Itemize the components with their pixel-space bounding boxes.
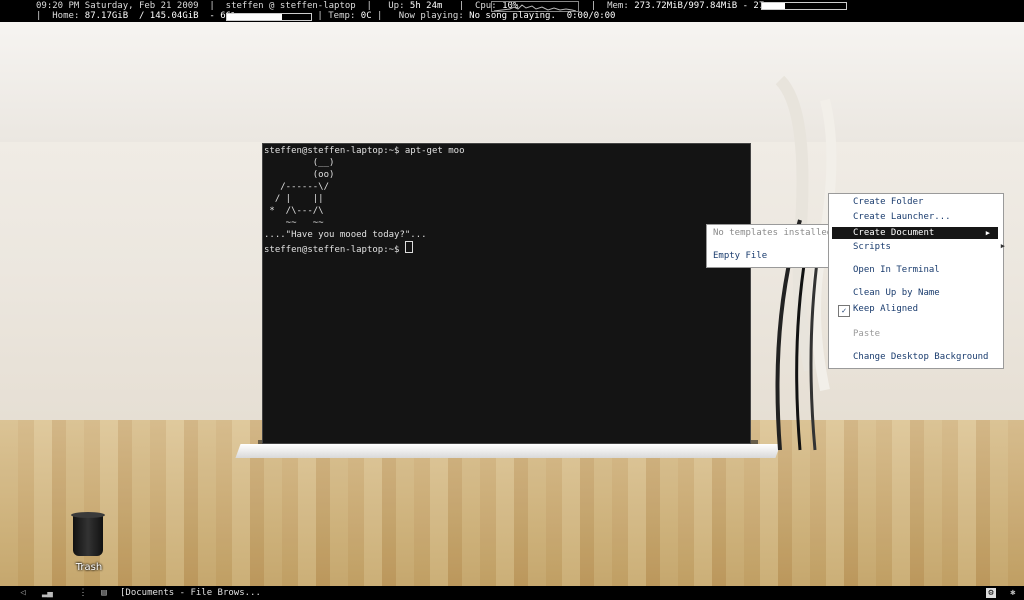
submenu-arrow-icon: ▶	[1000, 242, 1005, 250]
terminal-prompt: steffen@steffen-laptop:~$	[264, 245, 405, 255]
menu-item-open-in-terminal[interactable]: Open In Terminal	[853, 265, 940, 275]
clock-time: 09:20 PM	[36, 1, 80, 11]
home-bar	[226, 13, 312, 21]
taskbar-item-file-browser[interactable]: [Documents - File Brows...	[120, 588, 261, 598]
wallpaper-ceiling	[0, 22, 1024, 142]
network-signal-icon[interactable]: ▂▄	[42, 588, 53, 598]
uptime-value: 5h 24m	[409, 1, 443, 11]
uptime-label: Up:	[388, 1, 405, 11]
terminal-line: ...."Have you mooed today?"...	[264, 230, 427, 240]
menu-item-create-folder[interactable]: Create Folder	[853, 197, 923, 207]
terminal-line: (oo)	[264, 170, 335, 180]
trash-icon	[73, 514, 103, 556]
menu-item-change-desktop-background[interactable]: Change Desktop Background	[853, 352, 988, 362]
menu-item-clean-up-by-name[interactable]: Clean Up by Name	[853, 288, 940, 298]
trash-label: Trash	[75, 562, 103, 573]
trash-rim	[71, 512, 105, 518]
terminal-window[interactable]: steffen@steffen-laptop:~$ apt-get moo (_…	[262, 143, 751, 444]
trash-desktop-icon[interactable]: Trash	[66, 512, 112, 576]
runner-icon[interactable]: ✱	[1008, 588, 1018, 598]
mem-section: | Mem: 273.72MiB/997.84MiB - 27%	[580, 1, 770, 11]
submenu-arrow-icon: ▶	[985, 229, 990, 237]
separator-icon: ⋮	[78, 588, 88, 598]
bottom-panel: ◁ ▂▄ ⋮ ▤ [Documents - File Brows... ⚙ ✱	[0, 586, 1024, 600]
terminal-line: (__)	[264, 158, 335, 168]
home-value: 87.17GiB / 145.04GiB - 66%	[84, 11, 237, 21]
menu-item-label: Create Document	[853, 228, 935, 238]
top-status-bar: 09:20 PM Saturday, Feb 21 2009 | steffen…	[0, 0, 1024, 22]
window-list-icon[interactable]: ▤	[99, 588, 109, 598]
create-document-submenu: No templates installed Empty File	[706, 224, 833, 268]
checkbox-icon[interactable]: ✓	[838, 305, 850, 317]
main-menu-icon[interactable]: ◁	[18, 588, 28, 598]
menu-item-create-document[interactable]: Create Document ▶	[832, 227, 998, 239]
mem-bar	[761, 2, 847, 10]
status-line-1: 09:20 PM Saturday, Feb 21 2009 | steffen…	[36, 1, 519, 11]
now-playing-label: Now playing:	[398, 11, 464, 21]
home-bar-fill	[227, 14, 283, 20]
menu-item-scripts[interactable]: Scripts ▶	[853, 242, 1005, 252]
now-playing-value: No song playing. 0:00/0:00	[469, 11, 616, 21]
user-host: steffen @ steffen-laptop	[225, 1, 356, 11]
terminal-line: / | ||	[264, 194, 324, 204]
terminal-line: * /\---/\	[264, 206, 324, 216]
mem-bar-fill	[762, 3, 785, 9]
wallpaper-plinth	[235, 444, 781, 458]
menu-item-label: Scripts	[853, 242, 891, 252]
status-line-2: | Home: 87.17GiB / 145.04GiB - 66%	[36, 11, 237, 21]
terminal-line: ~~ ~~	[264, 218, 324, 228]
temp-value: 0C	[360, 11, 372, 21]
submenu-header: No templates installed	[713, 228, 833, 238]
clock-date: Saturday, Feb 21 2009	[84, 1, 199, 11]
menu-item-empty-file[interactable]: Empty File	[713, 251, 767, 261]
temp-section: | Temp: 0C | Now playing: No song playin…	[312, 11, 616, 21]
home-label: Home:	[52, 11, 80, 21]
temp-label: Temp:	[328, 11, 356, 21]
mem-value: 273.72MiB/997.84MiB - 27%	[634, 1, 770, 11]
menu-item-keep-aligned[interactable]: Keep Aligned	[853, 304, 918, 314]
menu-item-create-launcher[interactable]: Create Launcher...	[853, 212, 951, 222]
mem-label: Mem:	[607, 1, 629, 11]
terminal-line: /------\/	[264, 182, 330, 192]
terminal-prompt-line[interactable]: steffen@steffen-laptop:~$	[264, 241, 413, 256]
app-tray-icon[interactable]: ⚙	[986, 588, 996, 598]
terminal-line: steffen@steffen-laptop:~$ apt-get moo	[264, 146, 465, 156]
menu-item-paste[interactable]: Paste	[853, 329, 880, 339]
terminal-cursor	[404, 241, 413, 253]
desktop-context-menu: Create Folder Create Launcher... Create …	[828, 193, 1005, 369]
